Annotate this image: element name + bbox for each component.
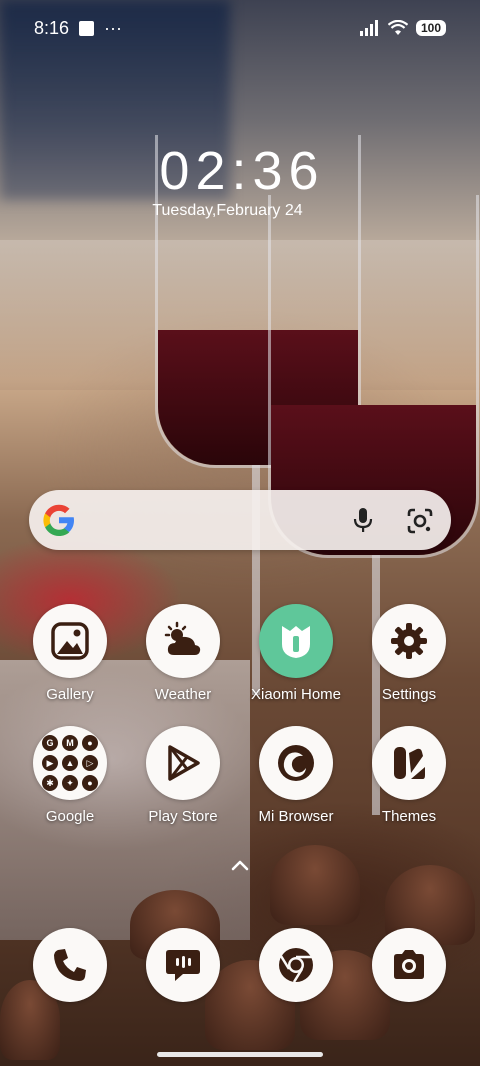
app-themes[interactable]: Themes [354,726,464,825]
more-notifications-icon: ··· [104,17,123,38]
gesture-home-bar[interactable] [157,1052,323,1057]
gallery-icon [33,604,107,678]
app-label: Settings [381,686,437,703]
clock-date[interactable]: Tuesday,February 24 [0,202,455,220]
phone-icon [33,928,107,1002]
app-gallery[interactable]: Gallery [15,604,125,703]
play-store-icon [146,726,220,800]
google-lens-icon[interactable] [405,506,435,536]
photos-mini-icon: ✱ [42,775,58,791]
voice-search-mic-icon[interactable] [349,506,377,534]
app-label: Play Store [148,808,218,825]
drive-mini-icon: ▲ [62,755,78,771]
status-time: 8:16 [34,17,70,38]
gmail-mini-icon: M [62,735,78,751]
app-settings[interactable]: Settings [354,604,464,703]
dock-chrome[interactable] [241,928,351,1002]
account-mini-icon: ● [82,775,98,791]
chrome-icon [259,928,333,1002]
app-label: Mi Browser [258,808,334,825]
app-drawer-chevron-up-icon[interactable] [231,858,249,872]
google-logo-icon [43,504,74,536]
mi-browser-icon [259,726,333,800]
messages-icon [146,928,220,1002]
dock-phone[interactable] [15,928,125,1002]
status-bar: 8:16 ··· 100 [0,0,480,56]
youtube-mini-icon: ▶ [42,755,58,771]
app-play-store[interactable]: Play Store [128,726,238,825]
app-label: Google [45,808,95,825]
app-weather[interactable]: Weather [128,604,238,703]
google-folder-icon: G M ● ▶ ▲ ▷ ✱ ✦ ● [33,726,107,800]
app-xiaomi-home[interactable]: Xiaomi Home [241,604,351,703]
settings-gear-icon [372,604,446,678]
wifi-icon [387,20,408,35]
google-mini-icon: G [42,735,58,751]
battery-indicator: 100 [415,20,446,36]
play-mini-icon: ▷ [82,755,98,771]
camera-icon [372,928,446,1002]
app-google-folder[interactable]: G M ● ▶ ▲ ▷ ✱ ✦ ● Google [15,726,125,825]
google-search-bar[interactable] [29,490,451,550]
app-label: Themes [381,808,437,825]
xiaomi-home-icon [259,604,333,678]
notification-icon [79,20,95,36]
signal-icon [359,20,378,36]
assistant-mini-icon: ✦ [62,775,78,791]
clock-time[interactable]: 02:36 [0,140,480,202]
maps-mini-icon: ● [82,735,98,751]
app-label: Xiaomi Home [250,686,342,703]
app-mi-browser[interactable]: Mi Browser [241,726,351,825]
app-label: Gallery [46,686,94,703]
app-label: Weather [154,686,212,703]
dock-camera[interactable] [354,928,464,1002]
weather-icon [146,604,220,678]
themes-icon [372,726,446,800]
dock-messages[interactable] [128,928,238,1002]
